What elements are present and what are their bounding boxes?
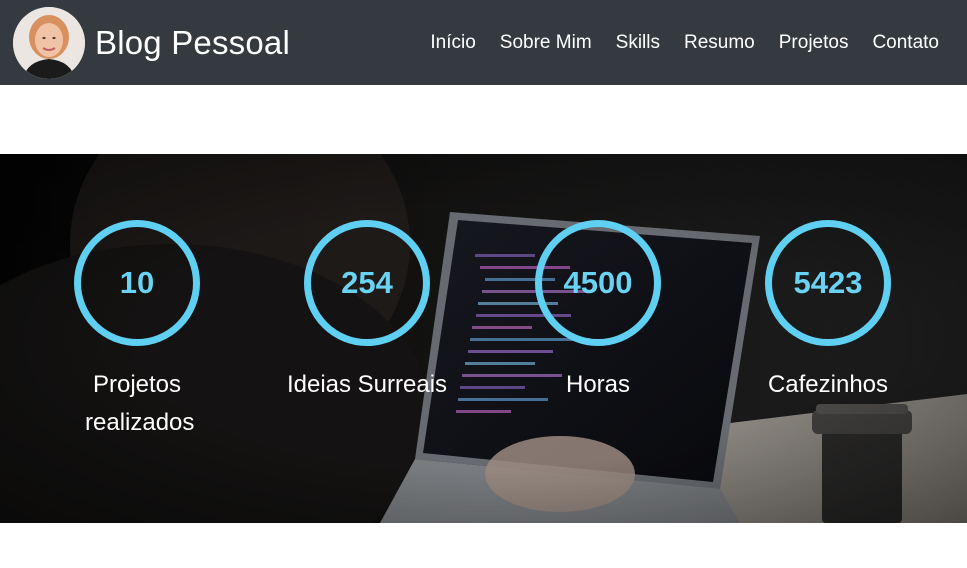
stat-label: Cafezinhos — [767, 371, 889, 398]
stat-ring: 254 — [304, 220, 430, 346]
stat-label: Ideias Surreais — [286, 371, 448, 398]
avatar — [13, 6, 85, 79]
nav-link-inicio[interactable]: Início — [430, 32, 475, 54]
stat-cafezinhos: 5423 Cafezinhos — [728, 220, 928, 404]
stat-value: 10 — [119, 265, 155, 300]
stat-label: Horas — [565, 371, 631, 398]
nav-link-resumo[interactable]: Resumo — [684, 32, 755, 54]
nav-link-skills[interactable]: Skills — [616, 32, 660, 54]
nav-link-contato[interactable]: Contato — [872, 32, 939, 54]
brand[interactable]: Blog Pessoal — [13, 6, 291, 79]
stat-value: 5423 — [793, 265, 863, 300]
nav-link-projetos[interactable]: Projetos — [779, 32, 849, 54]
brand-title: Blog Pessoal — [95, 23, 291, 61]
stat-value: 254 — [341, 265, 393, 300]
stat-horas: 4500 Horas — [498, 220, 698, 404]
profile-photo-icon — [13, 6, 85, 79]
stat-ring: 5423 — [765, 220, 891, 346]
stat-ring: 4500 — [535, 220, 661, 346]
navbar: Blog Pessoal Início Sobre Mim Skills Res… — [0, 0, 967, 85]
stat-ideias: 254 Ideias Surreais — [267, 220, 467, 404]
stat-projetos: 10 Projetos realizados — [37, 220, 237, 442]
stat-value: 4500 — [563, 265, 633, 300]
nav-menu: Início Sobre Mim Skills Resumo Projetos … — [430, 32, 939, 54]
nav-link-sobre-mim[interactable]: Sobre Mim — [500, 32, 592, 54]
stat-label: Projetos realizados — [85, 371, 195, 436]
stat-ring: 10 — [74, 220, 200, 346]
stats-section: 10 Projetos realizados 254 Ideias Surrea… — [0, 154, 967, 523]
